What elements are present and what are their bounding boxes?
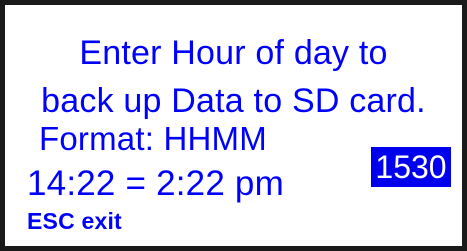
- instruction-line-1: Enter Hour of day to: [79, 34, 388, 72]
- format-hint: Format: HHMM: [39, 120, 267, 157]
- format-example: 14:22 = 2:22 pm: [27, 164, 284, 203]
- escape-hint: ESC exit: [27, 208, 122, 234]
- instruction-line-2: back up Data to SD card.: [41, 82, 426, 120]
- lcd-screen: Enter Hour of day to back up Data to SD …: [5, 5, 462, 246]
- lcd-display-frame: Enter Hour of day to back up Data to SD …: [0, 0, 467, 251]
- hour-entry-field[interactable]: 1530: [371, 147, 451, 187]
